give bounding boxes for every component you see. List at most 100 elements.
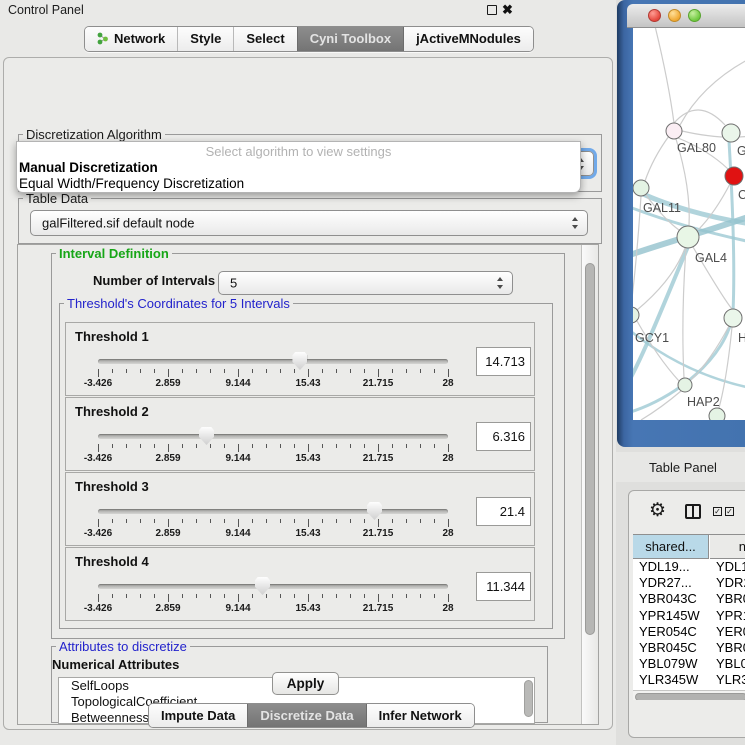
tick-label: 21.715	[363, 453, 394, 464]
network-node[interactable]	[725, 167, 743, 185]
table-row[interactable]: YBR045CYBR0	[633, 640, 745, 656]
table-row[interactable]: YER054CYER0	[633, 624, 745, 640]
table-row[interactable]: YDL19...YDL1	[633, 559, 745, 575]
float-window-icon[interactable]	[487, 5, 497, 15]
slider-thumb[interactable]	[199, 427, 214, 445]
tick-label: 2.859	[155, 453, 180, 464]
network-edges	[633, 28, 745, 420]
top-tab-bar: Network Style Select Cyni Toolbox jActiv…	[84, 26, 534, 52]
network-node[interactable]	[722, 124, 740, 142]
slider-thumb[interactable]	[292, 352, 307, 370]
network-node[interactable]	[633, 180, 649, 196]
name-cell: YDL1	[716, 559, 745, 574]
cyni-toolbox-panel: Discretization Algorithm Table Data galF…	[3, 57, 613, 730]
node-label: HAP2	[687, 395, 720, 409]
tab-network-label: Network	[114, 31, 165, 46]
checkbox-icon[interactable]: ✓	[725, 507, 734, 516]
table-data-combobox[interactable]: galFiltered.sif default node	[30, 210, 588, 236]
network-node[interactable]	[666, 123, 682, 139]
node-label: C	[738, 188, 745, 202]
slider-thumb[interactable]	[255, 577, 270, 595]
network-canvas[interactable]: GAL80GACGAL11GAL4GCY1HHAP2	[633, 28, 745, 420]
table-data-title: Table Data	[23, 191, 91, 206]
checkbox-icon[interactable]: ✓	[713, 507, 722, 516]
zoom-traffic-light-icon[interactable]	[688, 9, 701, 22]
shared-name-cell: YER054C	[639, 624, 697, 639]
algorithm-dropdown-popup: Select algorithm to view settings Manual…	[16, 141, 581, 193]
close-traffic-light-icon[interactable]	[648, 9, 661, 22]
network-node[interactable]	[709, 408, 725, 420]
tick-label: 9.144	[225, 453, 250, 464]
node-label: GCY1	[635, 331, 669, 345]
network-window-titlebar[interactable]	[627, 4, 745, 28]
table-row[interactable]: YDR27...YDR2	[633, 575, 745, 591]
name-cell: YBL0	[716, 656, 745, 671]
node-label: GAL4	[695, 251, 727, 265]
network-node[interactable]	[724, 309, 742, 327]
threshold-value-field[interactable]: 11.344	[476, 572, 531, 601]
tick-label: 15.43	[295, 528, 320, 539]
network-node[interactable]	[677, 226, 699, 248]
popup-item-equal-width[interactable]: Equal Width/Frequency Discretization	[19, 176, 244, 191]
slider-track[interactable]	[98, 434, 448, 439]
threshold-row: Threshold 2-3.4262.8599.14415.4321.71528…	[65, 397, 535, 471]
table-data-value: galFiltered.sif default node	[42, 216, 194, 231]
tab-jactivemnodules[interactable]: jActiveMNodules	[404, 27, 533, 51]
tab-cyni-toolbox[interactable]: Cyni Toolbox	[297, 27, 404, 51]
combo-arrows-icon	[496, 276, 505, 290]
numerical-attributes-label: Numerical Attributes	[52, 657, 179, 672]
column-header-name[interactable]: n	[710, 535, 745, 559]
node-label: GAL80	[677, 141, 716, 155]
tick-label: 15.43	[295, 603, 320, 614]
table-rows: YDL19...YDL1YDR27...YDR2YBR043CYBR0YPR14…	[633, 559, 745, 690]
table-row[interactable]: YBR043CYBR0	[633, 591, 745, 607]
column-header-shared[interactable]: shared...	[633, 535, 709, 559]
tab-infer-network[interactable]: Infer Network	[367, 704, 474, 727]
threshold-value-field[interactable]: 14.713	[476, 347, 531, 376]
control-panel-titlebar: Control Panel ✖	[0, 0, 616, 20]
node-label: GAL11	[643, 201, 681, 215]
tab-select[interactable]: Select	[233, 27, 296, 51]
table-panel-titlebar: Table Panel	[616, 452, 745, 482]
tick-label: -3.426	[84, 603, 112, 614]
tick-label: -3.426	[84, 378, 112, 389]
threshold-value-field[interactable]: 6.316	[476, 422, 531, 451]
control-panel: Control Panel ✖ Network Style Select Cyn…	[0, 0, 616, 745]
interval-definition-title: Interval Definition	[56, 246, 172, 261]
scrollbar-thumb[interactable]	[585, 263, 595, 635]
settings-vertical-scrollbar[interactable]	[581, 245, 598, 724]
columns-icon[interactable]	[685, 504, 701, 519]
tick-label: 9.144	[225, 603, 250, 614]
tab-network[interactable]: Network	[85, 27, 177, 51]
slider-track[interactable]	[98, 584, 448, 589]
tick-label: 28	[442, 603, 453, 614]
number-of-intervals-value: 5	[230, 276, 237, 291]
slider-track[interactable]	[98, 509, 448, 514]
threshold-label: Threshold 3	[75, 479, 149, 494]
table-horizontal-scrollbar[interactable]	[633, 690, 745, 700]
tab-impute-data[interactable]: Impute Data	[149, 704, 247, 727]
list-scrollbar[interactable]	[524, 680, 533, 717]
slider-thumb[interactable]	[367, 502, 382, 520]
slider-track[interactable]	[98, 359, 448, 364]
popup-item-manual-discretization[interactable]: Manual Discretization	[19, 160, 158, 175]
table-row[interactable]: YBL079WYBL0	[633, 656, 745, 672]
network-node[interactable]	[678, 378, 692, 392]
close-icon[interactable]: ✖	[502, 2, 513, 18]
popup-prompt-item[interactable]: Select algorithm to view settings	[17, 144, 580, 159]
tab-discretize-data[interactable]: Discretize Data	[247, 704, 366, 727]
tick-label: 2.859	[155, 603, 180, 614]
table-row[interactable]: YPR145WYPR1	[633, 608, 745, 624]
tick-label: 28	[442, 453, 453, 464]
minimize-traffic-light-icon[interactable]	[668, 9, 681, 22]
network-view-window[interactable]: GAL80GACGAL11GAL4GCY1HHAP2	[617, 0, 745, 447]
apply-button[interactable]: Apply	[272, 672, 339, 695]
name-cell: YDR2	[716, 575, 745, 590]
scrollbar-thumb[interactable]	[635, 693, 745, 701]
number-of-intervals-combobox[interactable]: 5	[218, 271, 513, 295]
table-row[interactable]: YLR345WYLR3	[633, 672, 745, 688]
threshold-value-field[interactable]: 21.4	[476, 497, 531, 526]
table-header-row: shared... n	[633, 535, 745, 559]
tab-style[interactable]: Style	[177, 27, 233, 51]
gear-icon[interactable]: ⚙	[649, 501, 666, 520]
